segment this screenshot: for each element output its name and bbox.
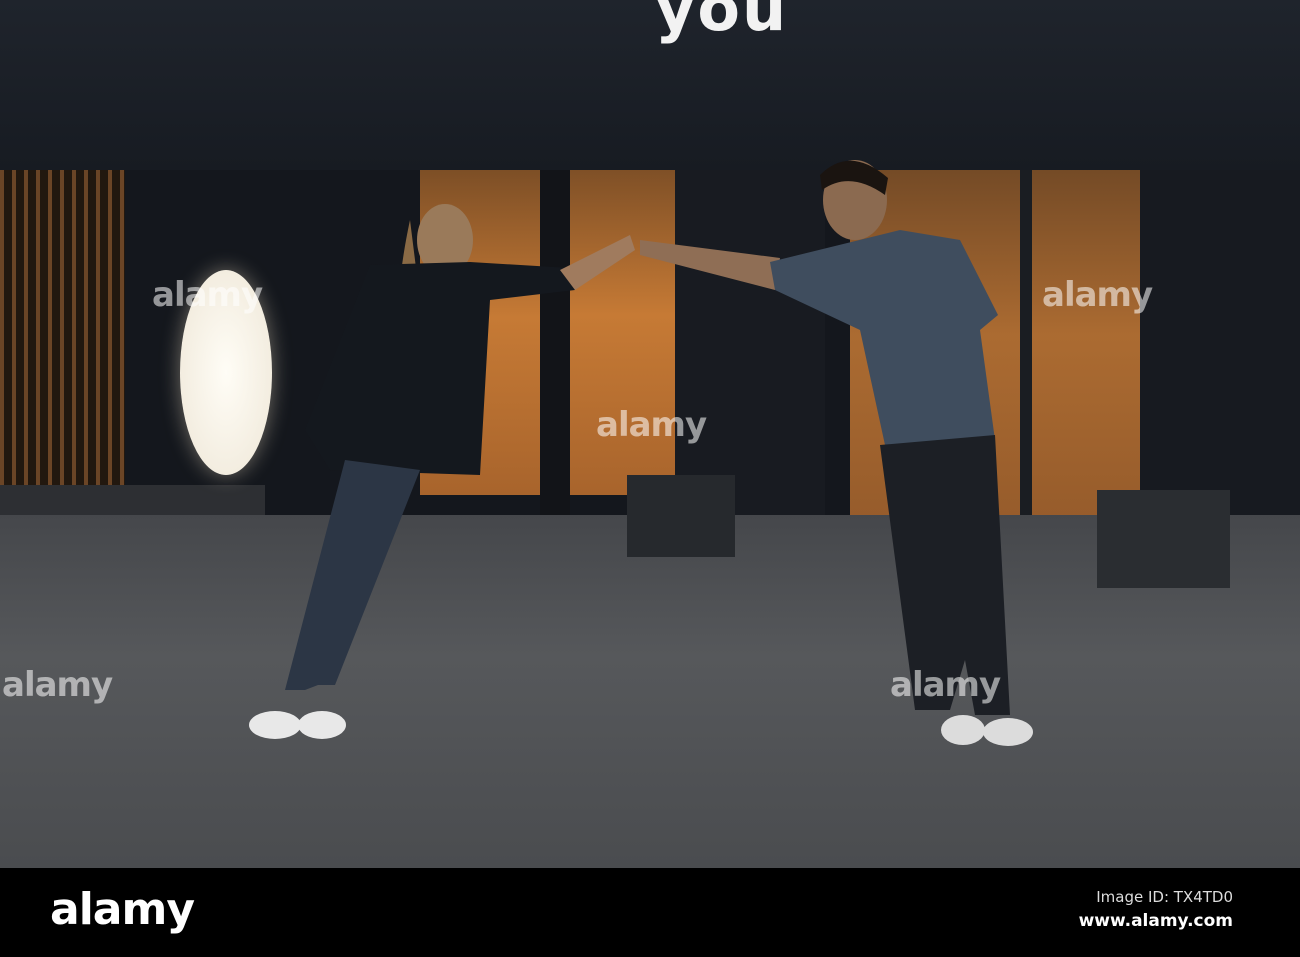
man-figure xyxy=(640,160,1033,746)
watermark: alamy xyxy=(152,275,263,315)
watermark: alamy xyxy=(596,405,707,445)
alamy-logo: alamy xyxy=(50,884,195,935)
watermark: alamy xyxy=(890,665,1001,705)
footer-bar: alamy Image ID: TX4TD0 www.alamy.com xyxy=(0,868,1300,957)
woman-figure xyxy=(249,204,635,739)
watermark: alamy xyxy=(1042,275,1153,315)
website-link[interactable]: www.alamy.com xyxy=(1079,911,1233,931)
stock-photo: you alamy alamy alamy alamy alamy xyxy=(0,0,1300,868)
image-id: Image ID: TX4TD0 xyxy=(1096,888,1233,906)
watermark: alamy xyxy=(2,665,113,705)
